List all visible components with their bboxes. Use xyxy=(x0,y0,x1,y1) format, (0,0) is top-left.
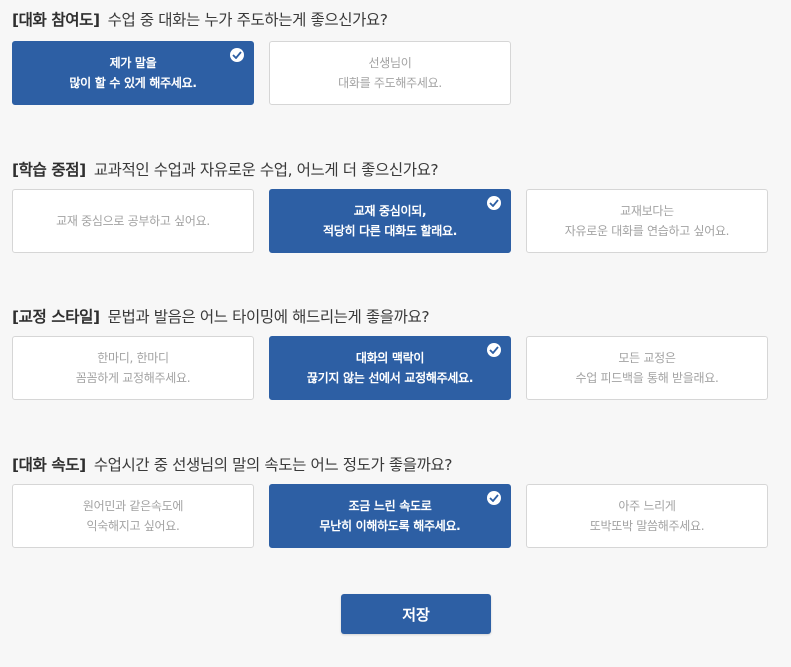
option-textbook-with-conversation[interactable]: 교재 중심이되, 적당히 다른 대화도 할래요. xyxy=(269,189,511,253)
option-line2: 끊기지 않는 선에서 교정해주세요. xyxy=(306,371,474,385)
option-line2: 또박또박 말씀해주세요. xyxy=(589,519,705,533)
question-tag: [대화 참여도] xyxy=(12,11,100,29)
check-circle-icon xyxy=(487,491,501,505)
option-line2: 수업 피드백을 통해 받을래요. xyxy=(575,371,719,385)
option-line1: 교재 중심이되, xyxy=(353,204,427,218)
option-line1: 교재 중심으로 공부하고 싶어요. xyxy=(56,214,210,228)
option-correct-every-sentence[interactable]: 한마디, 한마디 꼼꼼하게 교정해주세요. xyxy=(12,336,254,400)
check-circle-icon xyxy=(230,48,244,62)
option-line1: 아주 느리게 xyxy=(618,499,676,513)
question-tag: [교정 스타일] xyxy=(12,308,100,326)
option-textbook-focused[interactable]: 교재 중심으로 공부하고 싶어요. xyxy=(12,189,254,253)
save-button[interactable]: 저장 xyxy=(341,594,491,634)
question-tag: [대화 속도] xyxy=(12,456,86,474)
option-line1: 선생님이 xyxy=(368,56,412,70)
option-line1: 제가 말을 xyxy=(109,56,157,70)
option-line1: 교재보다는 xyxy=(620,204,674,218)
question-text: 교과적인 수업과 자유로운 수업, 어느게 더 좋으신가요? xyxy=(93,161,439,179)
option-line2: 대화를 주도해주세요. xyxy=(338,76,442,90)
option-line1: 모든 교정은 xyxy=(618,351,676,365)
option-free-conversation[interactable]: 교재보다는 자유로운 대화를 연습하고 싶어요. xyxy=(526,189,768,253)
option-student-leads[interactable]: 제가 말을 많이 할 수 있게 해주세요. xyxy=(12,41,254,105)
question-text: 수업시간 중 선생님의 말의 속도는 어느 정도가 좋을까요? xyxy=(93,456,453,474)
option-line2: 많이 할 수 있게 해주세요. xyxy=(69,76,197,90)
preferences-form: [대화 참여도] 수업 중 대화는 누가 주도하는게 좋으신가요? 제가 말을 많… xyxy=(0,0,791,667)
option-very-slow[interactable]: 아주 느리게 또박또박 말씀해주세요. xyxy=(526,484,768,548)
question-conversation-participation: [대화 참여도] 수업 중 대화는 누가 주도하는게 좋으신가요? xyxy=(12,8,388,30)
option-correct-in-feedback[interactable]: 모든 교정은 수업 피드백을 통해 받을래요. xyxy=(526,336,768,400)
option-line1: 대화의 맥락이 xyxy=(355,351,425,365)
option-line2: 꼼꼼하게 교정해주세요. xyxy=(75,371,191,385)
option-line2: 익숙해지고 싶어요. xyxy=(86,519,180,533)
question-correction-style: [교정 스타일] 문법과 발음은 어느 타이밍에 해드리는게 좋을까요? xyxy=(12,305,430,327)
option-line1: 원어민과 같은속도에 xyxy=(82,499,184,513)
question-text: 문법과 발음은 어느 타이밍에 해드리는게 좋을까요? xyxy=(107,308,430,326)
option-line2: 무난히 이해하도록 해주세요. xyxy=(319,519,461,533)
option-slightly-slow[interactable]: 조금 느린 속도로 무난히 이해하도록 해주세요. xyxy=(269,484,511,548)
question-text: 수업 중 대화는 누가 주도하는게 좋으신가요? xyxy=(107,11,388,29)
option-line2: 자유로운 대화를 연습하고 싶어요. xyxy=(564,224,730,238)
option-teacher-leads[interactable]: 선생님이 대화를 주도해주세요. xyxy=(269,41,511,105)
option-line2: 적당히 다른 대화도 할래요. xyxy=(322,224,458,238)
option-line1: 한마디, 한마디 xyxy=(97,351,169,365)
question-learning-focus: [학습 중점] 교과적인 수업과 자유로운 수업, 어느게 더 좋으신가요? xyxy=(12,158,439,180)
check-circle-icon xyxy=(487,196,501,210)
check-circle-icon xyxy=(487,343,501,357)
option-line1: 조금 느린 속도로 xyxy=(348,499,432,513)
option-native-speed[interactable]: 원어민과 같은속도에 익숙해지고 싶어요. xyxy=(12,484,254,548)
option-correct-without-interrupting[interactable]: 대화의 맥락이 끊기지 않는 선에서 교정해주세요. xyxy=(269,336,511,400)
question-tag: [학습 중점] xyxy=(12,161,86,179)
question-conversation-speed: [대화 속도] 수업시간 중 선생님의 말의 속도는 어느 정도가 좋을까요? xyxy=(12,453,453,475)
